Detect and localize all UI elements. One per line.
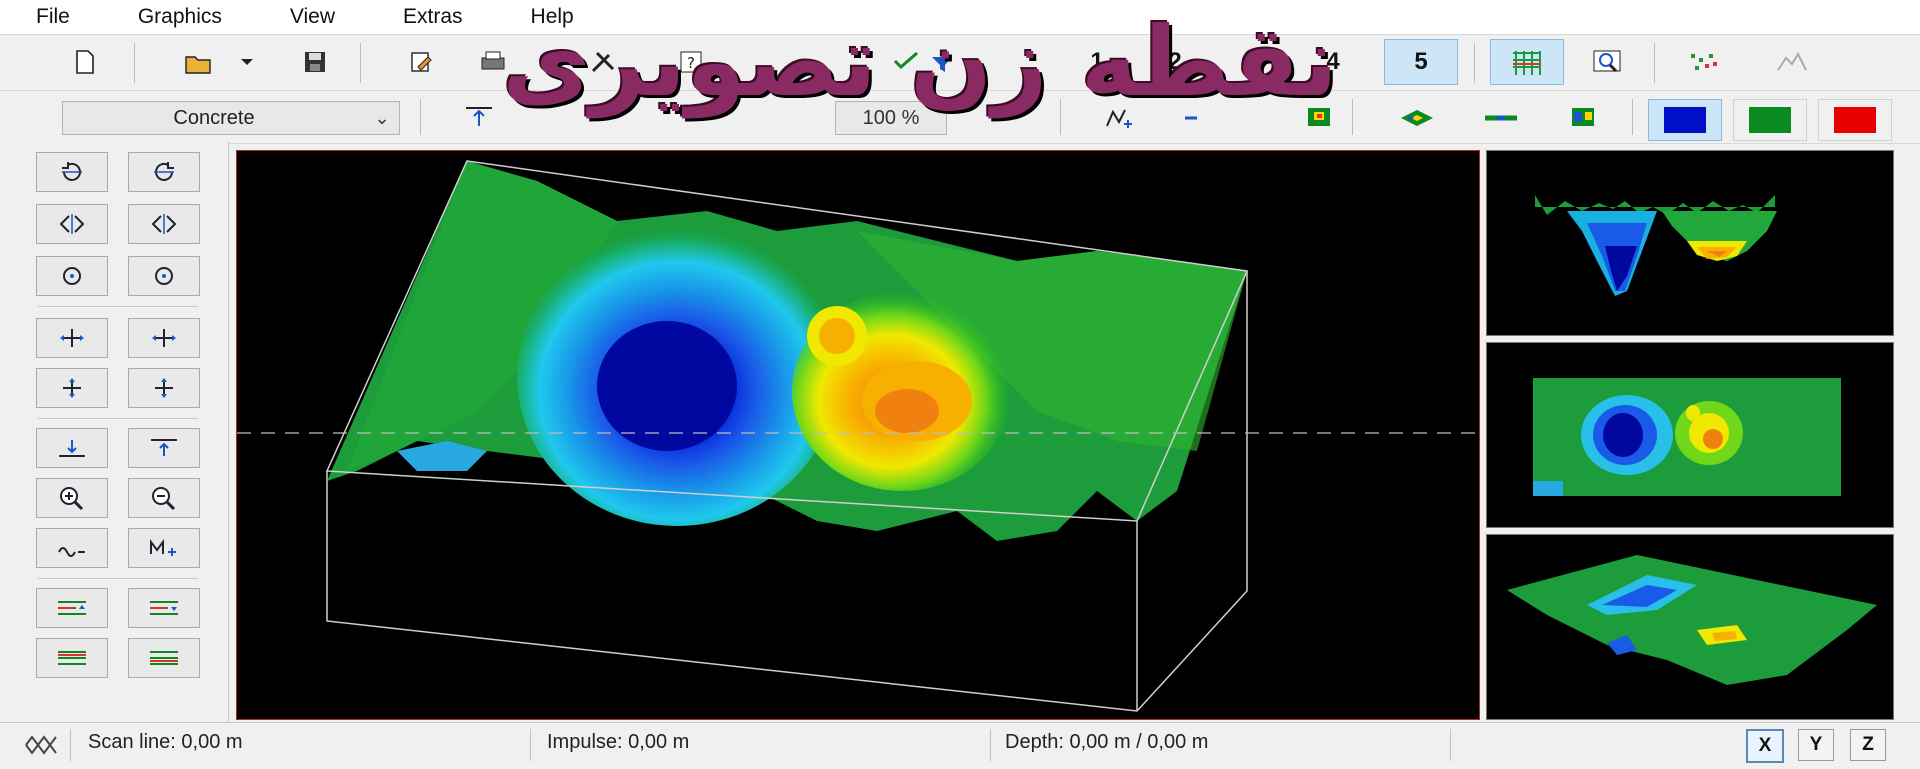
zoom-out-button[interactable] [128,478,200,518]
cross-section-view[interactable] [1486,150,1894,336]
rotate-cw-x-button[interactable] [128,152,200,192]
layers-up-icon [58,601,86,615]
rotate-z-ccw-icon [63,267,81,285]
color-green-button[interactable] [1733,99,1807,141]
color-green-swatch [1749,107,1791,133]
grid-view-button[interactable] [1490,39,1564,85]
rotate-cw-z-button[interactable] [128,256,200,296]
layer-up-button[interactable] [36,588,108,628]
open-dropdown-button[interactable] [232,40,262,84]
overlay-title: نقطه زن تصویری [502,6,1338,118]
heatmap-side-button[interactable] [1560,95,1606,139]
move-right-button[interactable] [128,318,200,358]
save-icon [305,52,325,72]
slice-icon [1485,115,1517,121]
depth-down-button[interactable] [36,428,108,468]
depth-status: Depth: 0,00 m / 0,00 m [1005,731,1209,753]
view-5-button[interactable]: 5 [1384,39,1458,85]
profile-button [1764,40,1820,84]
surface-3d-button[interactable] [1394,95,1440,139]
color-blue-swatch [1664,107,1706,133]
layers-top-icon [58,651,86,665]
zoom-in-icon [60,487,84,511]
material-select[interactable]: Concrete ⌄ [62,101,400,135]
chevron-down-icon: ⌄ [374,107,390,128]
grid-icon [1513,51,1541,75]
new-file-button[interactable] [62,40,108,84]
save-button[interactable] [292,40,338,84]
rotate-ccw-z-button[interactable] [36,256,108,296]
layer-down-button[interactable] [128,588,200,628]
profile-icon [1777,51,1807,71]
move-arrows-icon [60,329,84,347]
impulse-status: Impulse: 0,00 m [547,731,690,753]
zoom-out-icon [152,487,176,511]
move-left-button[interactable] [36,318,108,358]
move-arrows-icon [152,329,176,347]
menu-graphics[interactable]: Graphics [104,5,222,29]
edit-button[interactable] [398,40,444,84]
move-up-button[interactable] [36,368,108,408]
rotate-y-left-icon [59,214,85,234]
menu-view[interactable]: View [256,5,335,29]
menu-extras[interactable]: Extras [369,5,463,29]
menu-file[interactable]: File [0,5,70,29]
status-bar: Scan line: 0,00 m Impulse: 0,00 m Depth:… [0,722,1920,769]
axis-x-button[interactable]: X [1746,729,1784,763]
scale-down-button[interactable] [36,528,108,568]
color-red-button[interactable] [1818,99,1892,141]
arrow-down-line-icon [59,440,85,457]
layer-top-button[interactable] [36,638,108,678]
perspective-render [1507,555,1877,685]
scatter-icon [1691,54,1717,70]
axis-z-button[interactable]: Z [1850,729,1886,761]
rotate-left-y-button[interactable] [36,204,108,244]
arrow-up-line-icon [151,439,177,456]
scan-line-status: Scan line: 0,00 m [88,731,243,753]
color-red-swatch [1834,107,1876,133]
surface-3d-render [237,160,1479,712]
rotate-right-y-button[interactable] [128,204,200,244]
edit-icon [411,52,432,72]
move-arrows-icon [63,378,81,398]
zoom-in-button[interactable] [36,478,108,518]
open-icon [185,56,211,74]
slice-button[interactable] [1478,95,1524,139]
rotate-ccw-x-button[interactable] [36,152,108,192]
top-view-render [1533,378,1841,496]
cross-section-render [1535,195,1777,296]
color-blue-button[interactable] [1648,99,1722,141]
layer-bottom-button[interactable] [128,638,200,678]
points-button[interactable] [1676,40,1732,84]
heatmap-side-icon [1572,108,1594,126]
new-icon [76,50,94,74]
depth-up-side-button[interactable] [128,428,200,468]
perspective-view[interactable] [1486,534,1894,720]
material-select-value: Concrete [173,106,255,129]
open-button[interactable] [176,40,222,84]
zoom-view-button[interactable] [1580,40,1636,84]
surface-3d-icon [1401,110,1433,126]
rotate-cw-icon [154,162,174,181]
magnifier-view-icon [1593,50,1621,73]
move-down-button[interactable] [128,368,200,408]
main-3d-view[interactable] [236,150,1480,720]
scale-plus-icon [150,539,176,556]
move-arrows-icon [155,378,173,398]
dropdown-icon [241,59,253,65]
view-tools-sidebar [0,142,229,722]
rotate-ccw-icon [62,162,82,181]
top-view[interactable] [1486,342,1894,528]
layers-bottom-icon [150,651,178,665]
scale-up-button[interactable] [128,528,200,568]
layers-down-icon [150,601,178,615]
axis-y-button[interactable]: Y [1798,729,1834,761]
rotate-y-right-icon [151,214,177,234]
scale-minus-icon [58,547,85,557]
rotate-z-cw-icon [155,267,173,285]
scan-status-icon [25,735,57,755]
